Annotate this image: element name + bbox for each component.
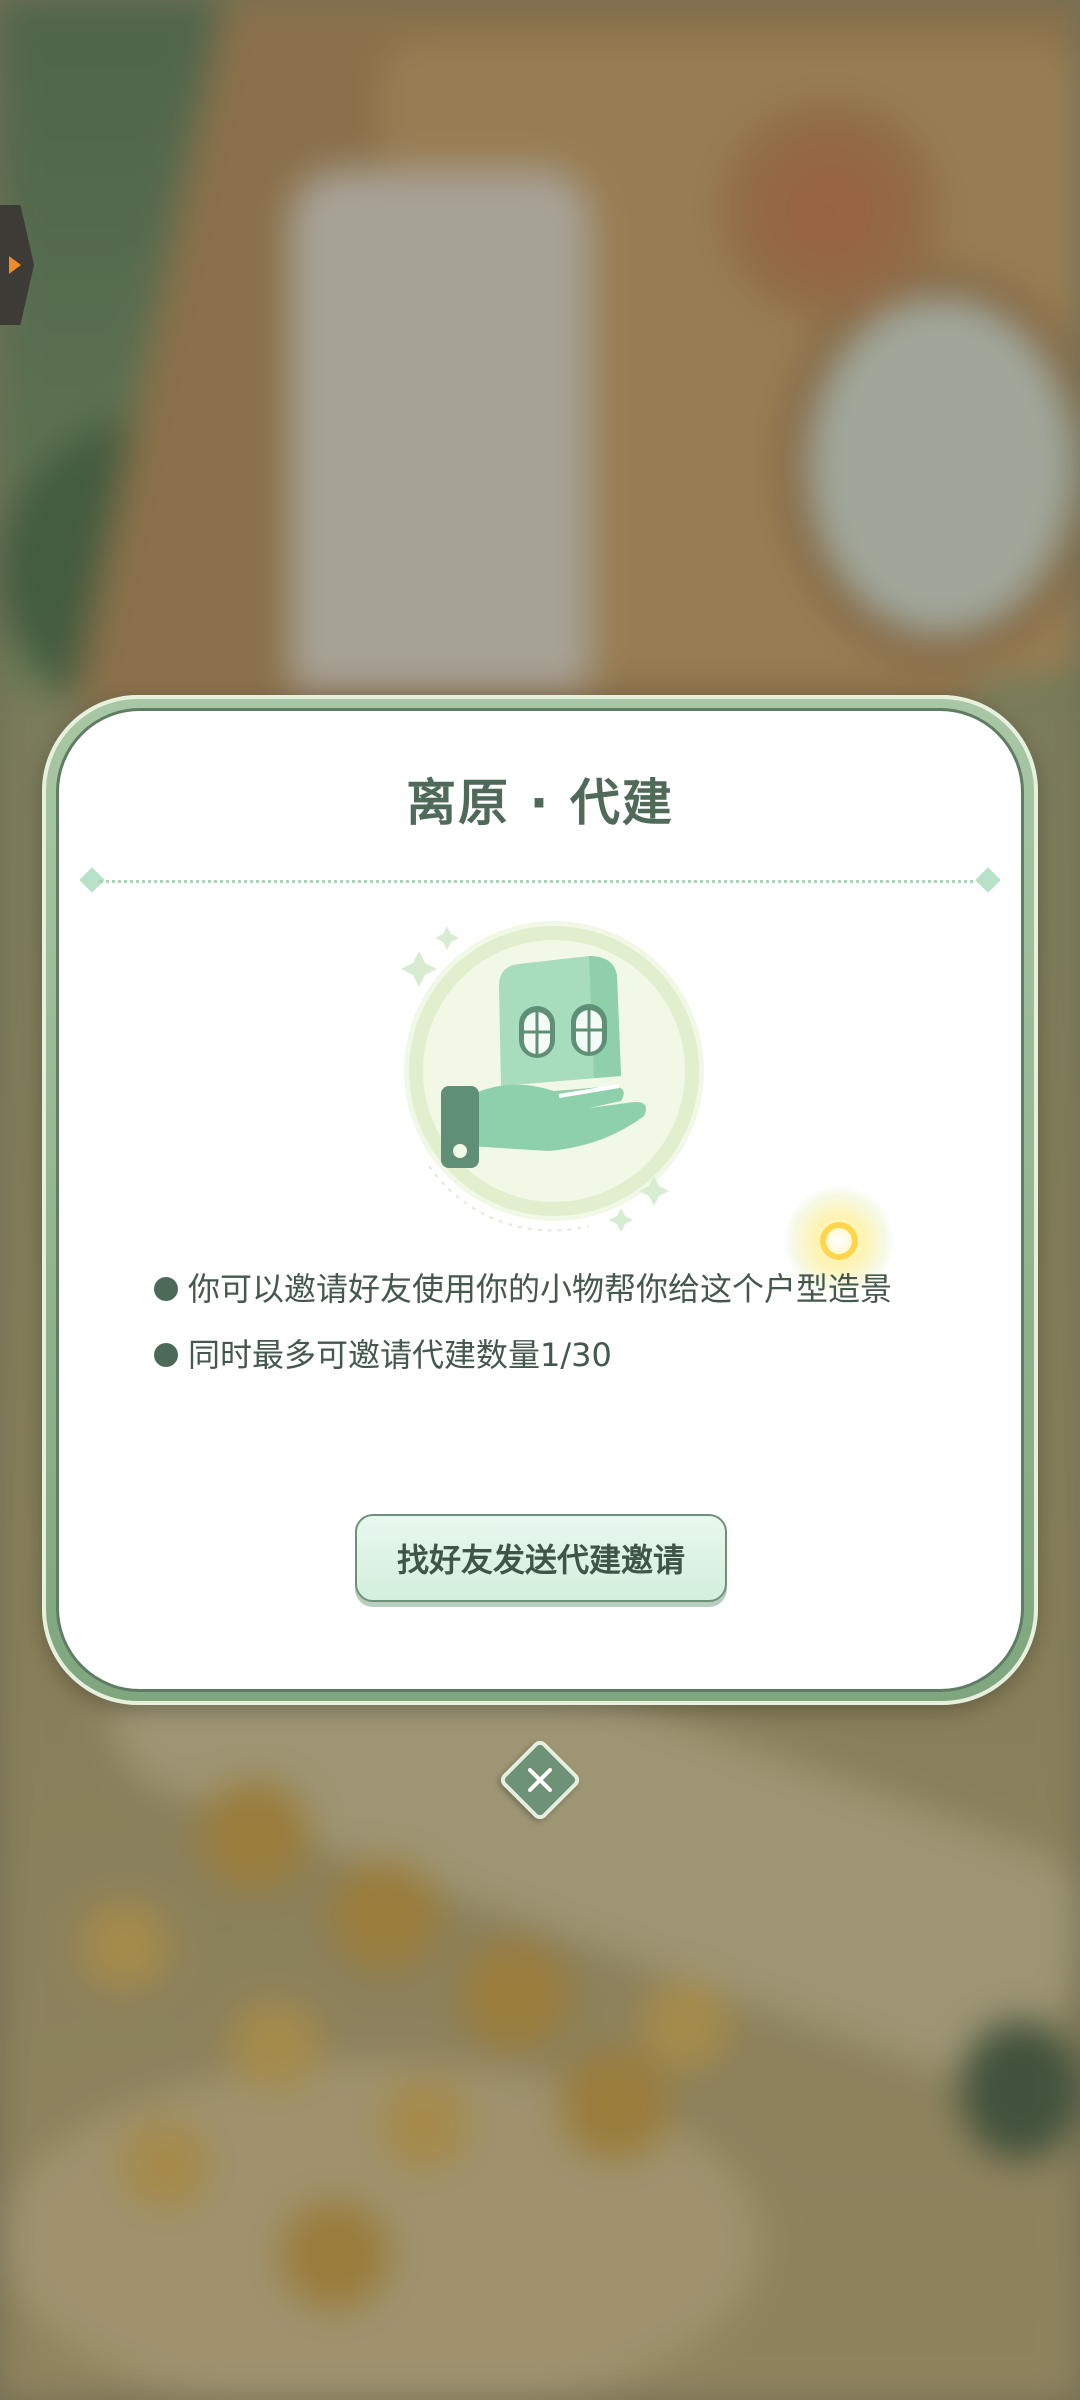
close-icon	[528, 1768, 552, 1792]
title-divider	[79, 867, 1001, 893]
bullet-icon	[154, 1343, 178, 1367]
expand-arrow-icon	[9, 256, 21, 274]
invite-friend-button[interactable]: 找好友发送代建邀请	[355, 1514, 727, 1602]
info-item: 同时最多可邀请代建数量1/30	[154, 1322, 944, 1388]
info-text-invite: 你可以邀请好友使用你的小物帮你给这个户型造景	[188, 1270, 893, 1308]
build-invite-dialog: 离原 · 代建 你可以邀请好友使用你的小物帮你给这个户型造景 同时最多可邀请代建…	[56, 708, 1024, 1692]
hand-holding-house-icon	[389, 906, 719, 1236]
bullet-icon	[154, 1277, 178, 1301]
dialog-title: 离原 · 代建	[406, 774, 674, 832]
game-screen: 离原 · 代建 你可以邀请好友使用你的小物帮你给这个户型造景 同时最多可邀请代建…	[0, 0, 1080, 2400]
info-item: 你可以邀请好友使用你的小物帮你给这个户型造景	[154, 1256, 944, 1322]
info-text-limit: 同时最多可邀请代建数量1/30	[188, 1336, 612, 1374]
info-list: 你可以邀请好友使用你的小物帮你给这个户型造景 同时最多可邀请代建数量1/30	[154, 1256, 944, 1388]
